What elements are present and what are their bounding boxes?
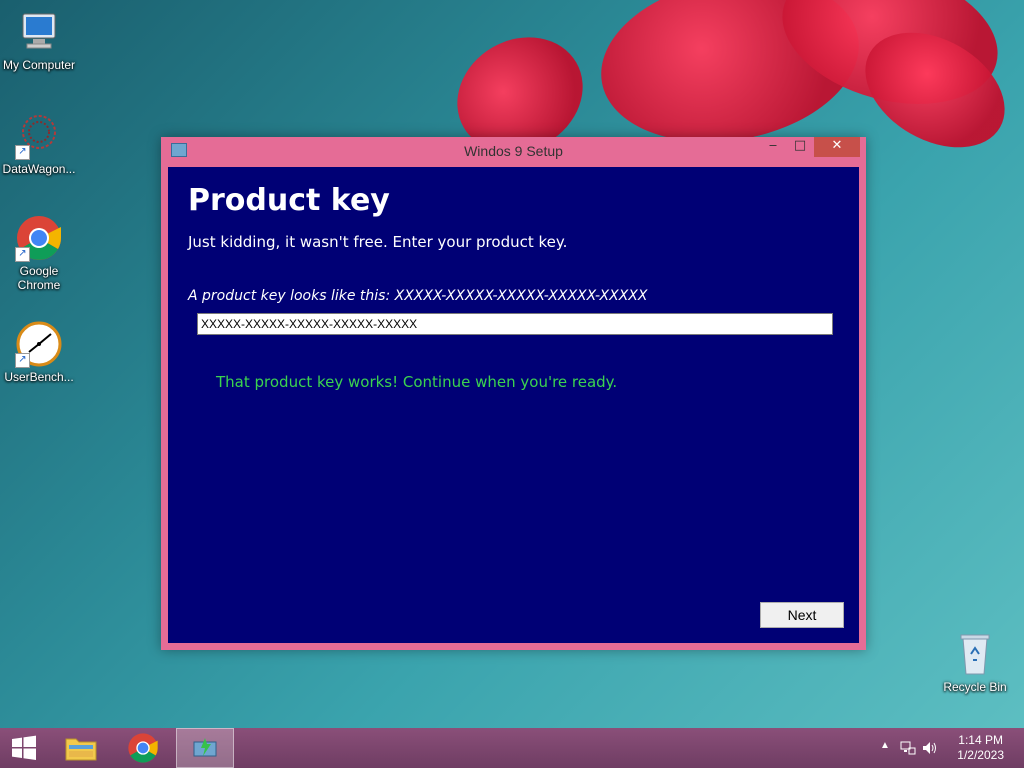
windows-logo-icon [12,735,36,760]
desktop-icon-label: UserBench... [4,370,74,384]
desktop-icon-my-computer[interactable]: My Computer [0,8,79,72]
setup-window: Windos 9 Setup ‒ □ ✕ Product key Just ki… [161,137,866,650]
chrome-icon: ↗ [15,214,63,262]
desktop-icon-label: My Computer [2,58,76,72]
chevron-up-icon[interactable]: ▲ [880,740,890,751]
taskbar-file-explorer[interactable] [52,728,110,768]
next-button[interactable]: Next [760,602,844,628]
product-key-hint: A product key looks like this: XXXXX-XXX… [188,288,648,304]
desktop-icon-recycle-bin[interactable]: Recycle Bin [935,630,1015,694]
shortcut-arrow-icon: ↗ [15,353,30,368]
validation-message: That product key works! Continue when yo… [216,373,618,391]
userbenchmark-icon: ↗ [15,320,63,368]
shortcut-arrow-icon: ↗ [15,145,30,160]
start-button[interactable] [0,728,48,768]
desktop-icon-label: DataWagon... [2,162,76,176]
product-key-input[interactable] [197,313,833,335]
chrome-icon [128,733,158,763]
minimize-button[interactable]: ‒ [760,137,786,157]
datawagon-icon: ↗ [15,112,63,160]
setup-content: Product key Just kidding, it wasn't free… [168,167,859,643]
shortcut-arrow-icon: ↗ [15,247,30,262]
desktop-icon-label: Recycle Bin [943,680,1007,694]
page-subtitle: Just kidding, it wasn't free. Enter your… [188,233,568,251]
taskbar-chrome[interactable] [114,728,172,768]
clock[interactable]: 1:14 PM 1/2/2023 [957,733,1004,763]
setup-app-icon [193,738,217,757]
recycle-bin-icon [951,630,999,678]
taskbar: ▲ 1:14 PM 1/2/2023 [0,728,1024,768]
volume-icon[interactable] [922,740,938,756]
network-icon[interactable] [900,740,916,756]
page-title: Product key [188,183,390,218]
clock-date: 1/2/2023 [957,748,1004,762]
close-button[interactable]: ✕ [814,137,860,157]
desktop-icon-chrome[interactable]: ↗ Google Chrome [0,214,79,292]
desktop-icon-datawagon[interactable]: ↗ DataWagon... [0,112,79,176]
system-tray: ▲ 1:14 PM 1/2/2023 [864,728,1024,768]
folder-icon [65,738,97,761]
taskbar-setup-app[interactable] [176,728,234,768]
desktop-icon-userbench[interactable]: ↗ UserBench... [0,320,79,384]
computer-icon [15,8,63,56]
title-bar[interactable]: Windos 9 Setup ‒ □ ✕ [161,137,866,165]
maximize-button[interactable]: □ [787,137,813,157]
clock-time: 1:14 PM [958,733,1003,747]
desktop-icon-label: Google Chrome [17,264,61,292]
